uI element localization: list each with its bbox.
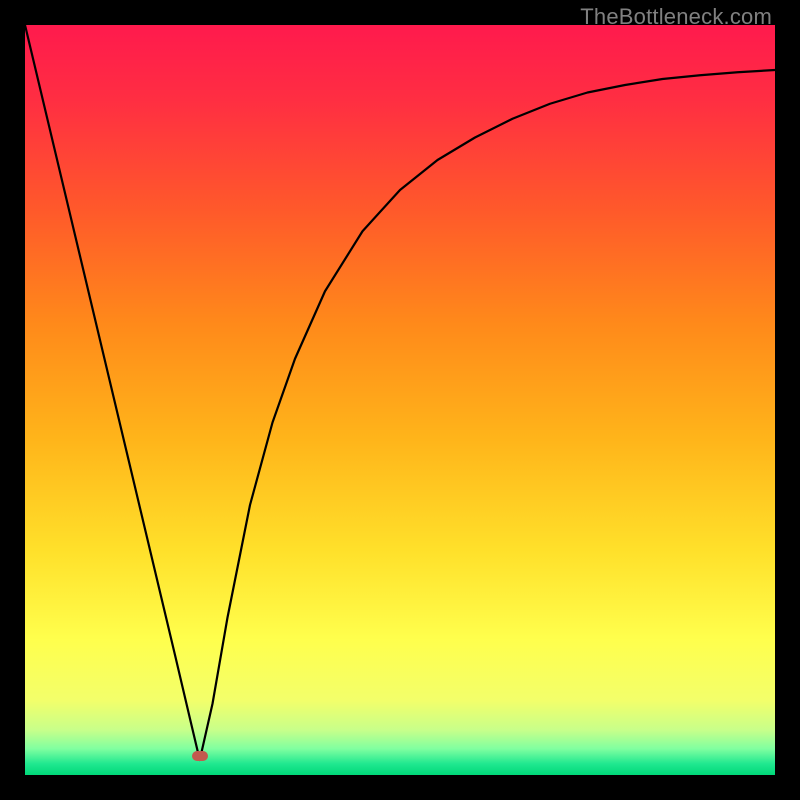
curve-layer bbox=[25, 25, 775, 775]
optimum-marker bbox=[192, 751, 208, 761]
bottleneck-curve bbox=[25, 25, 775, 760]
